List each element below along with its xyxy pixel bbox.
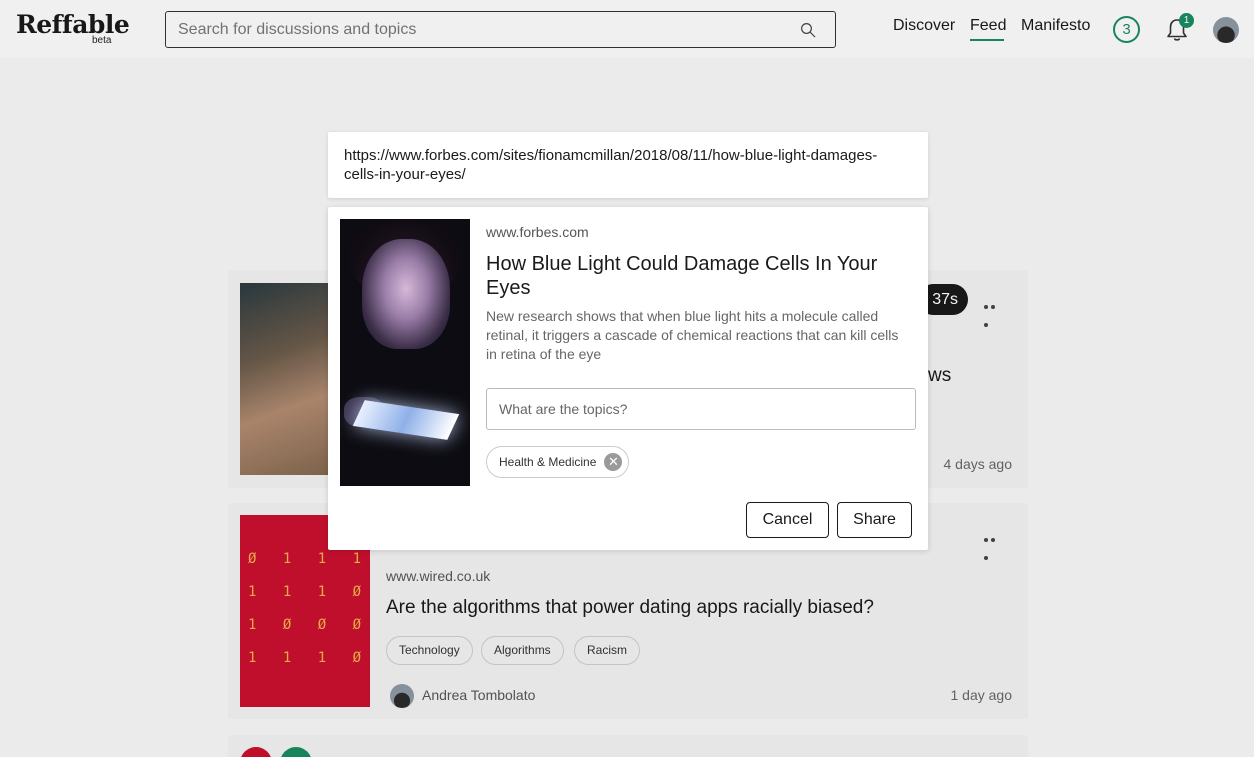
share-link-dialog: www.forbes.com How Blue Light Could Dama… [328, 207, 928, 550]
share-url-field[interactable]: https://www.forbes.com/sites/fionamcmill… [328, 132, 928, 198]
link-preview-image [340, 219, 470, 486]
preview-image-detail [362, 239, 450, 349]
cancel-button[interactable]: Cancel [746, 502, 829, 538]
link-domain: www.forbes.com [486, 224, 589, 240]
topic-chip-label: Health & Medicine [499, 455, 597, 469]
remove-topic-icon[interactable]: ✕ [604, 453, 623, 471]
link-description: New research shows that when blue light … [486, 308, 899, 362]
link-title: How Blue Light Could Damage Cells In You… [486, 253, 878, 299]
share-button[interactable]: Share [837, 502, 912, 538]
preview-image-detail [352, 400, 460, 440]
topics-input[interactable] [486, 388, 916, 430]
selected-topic-chip[interactable]: Health & Medicine ✕ [486, 446, 630, 478]
